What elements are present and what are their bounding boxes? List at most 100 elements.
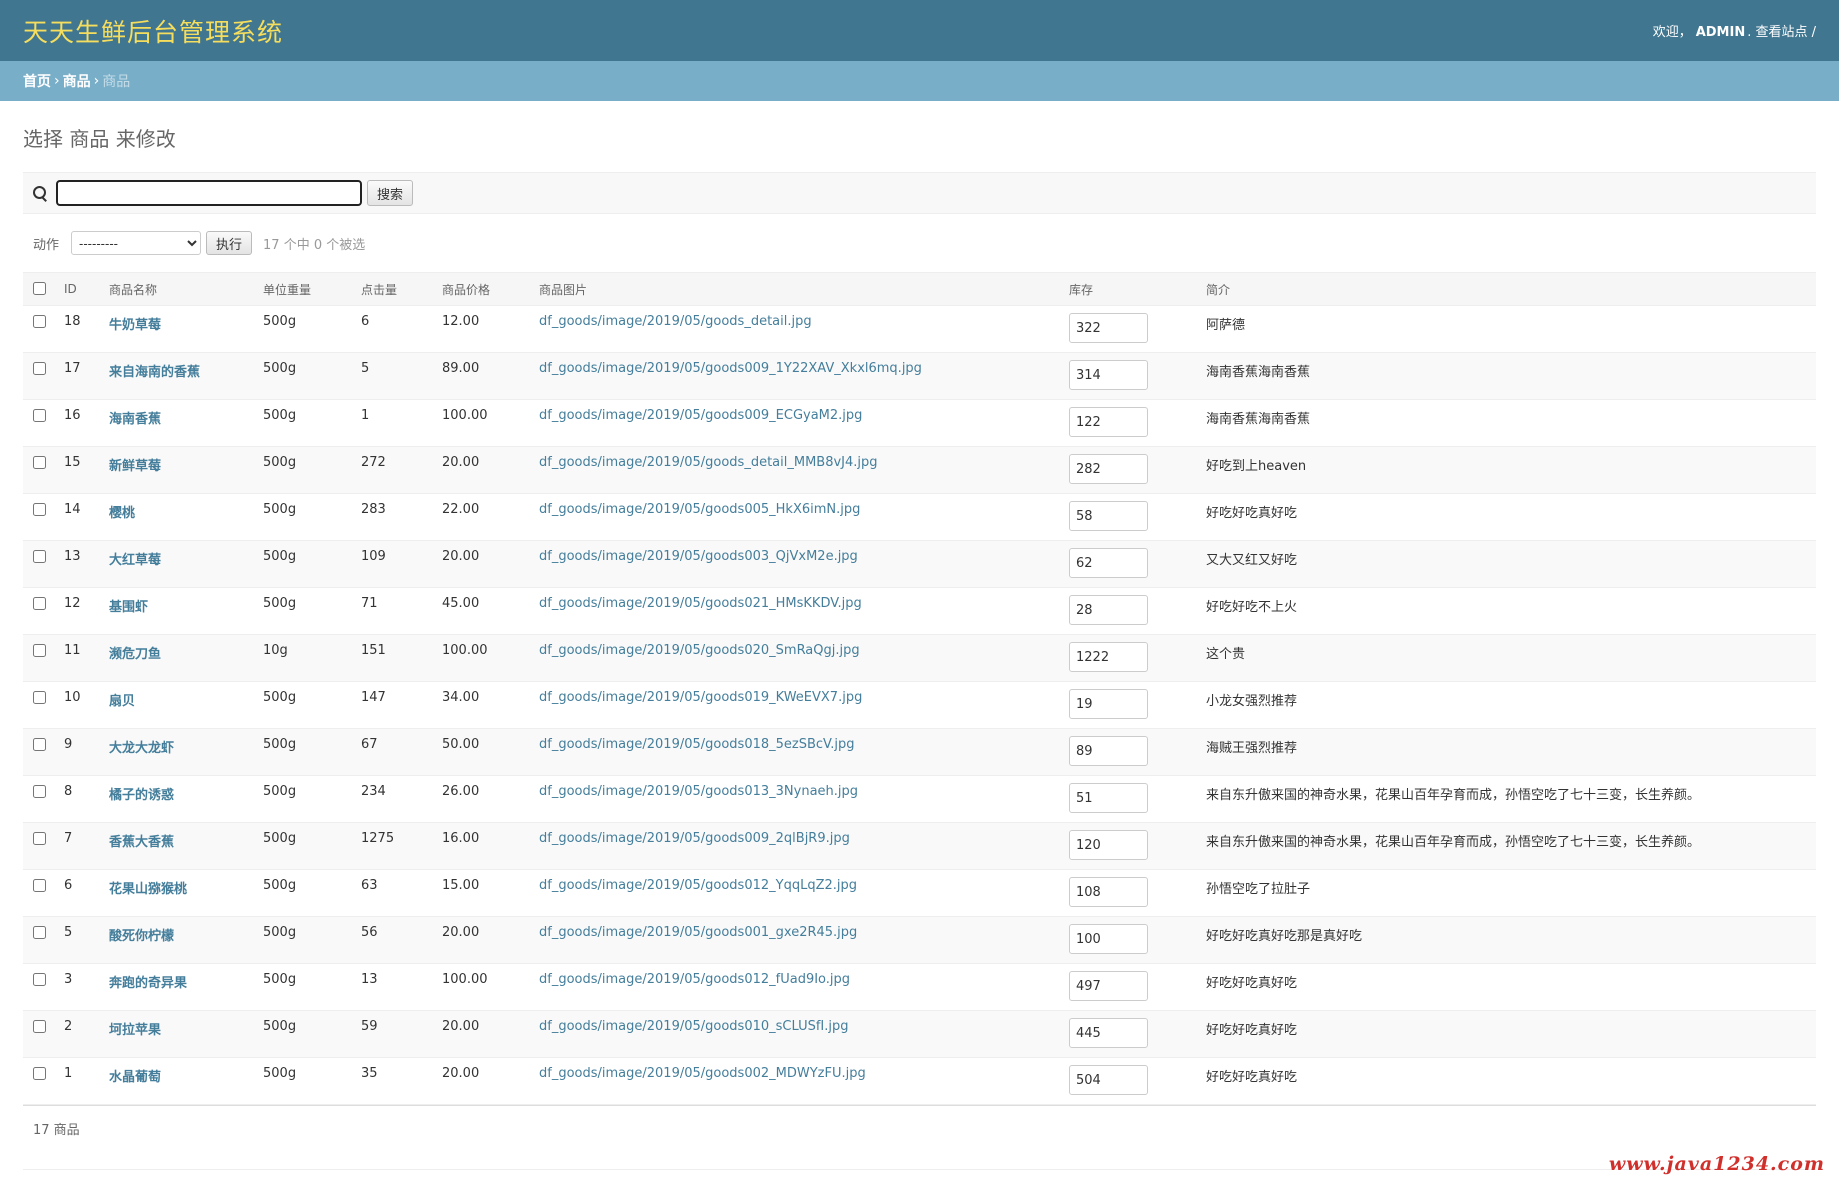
product-image-link[interactable]: df_goods/image/2019/05/goods005_HkX6imN.… xyxy=(539,502,860,517)
row-checkbox[interactable] xyxy=(33,926,46,939)
cell-desc: 来自东升傲来国的神奇水果，花果山百年孕育而成，孙悟空吃了七十三变，长生养颜。 xyxy=(1201,775,1816,823)
row-checkbox[interactable] xyxy=(33,691,46,704)
product-name-link[interactable]: 牛奶草莓 xyxy=(109,318,161,333)
stock-input[interactable] xyxy=(1069,454,1148,484)
product-image-link[interactable]: df_goods/image/2019/05/goods012_fUad9Io.… xyxy=(539,972,850,987)
product-image-link[interactable]: df_goods/image/2019/05/goods_detail_MMB8… xyxy=(539,455,878,470)
product-image-link[interactable]: df_goods/image/2019/05/goods018_5ezSBcV.… xyxy=(539,737,855,752)
product-name-link[interactable]: 香蕉大香蕉 xyxy=(109,835,174,850)
cell-name: 香蕉大香蕉 xyxy=(104,822,258,870)
product-name-link[interactable]: 酸死你柠檬 xyxy=(109,929,174,944)
stock-input[interactable] xyxy=(1069,407,1148,437)
column-header-desc[interactable]: 简介 xyxy=(1201,272,1816,306)
stock-input[interactable] xyxy=(1069,360,1148,390)
cell-image: df_goods/image/2019/05/goods009_1Y22XAV_… xyxy=(534,352,1064,400)
stock-input[interactable] xyxy=(1069,783,1148,813)
column-header-id[interactable]: ID xyxy=(59,272,104,306)
cell-name: 海南香蕉 xyxy=(104,399,258,447)
watermark: www.java1234.com xyxy=(1608,1153,1825,1175)
action-select[interactable]: --------- xyxy=(71,231,202,255)
breadcrumb: 首页 › 商品 › 商品 xyxy=(0,61,1839,101)
product-image-link[interactable]: df_goods/image/2019/05/goods_detail.jpg xyxy=(539,314,812,329)
product-name-link[interactable]: 奔跑的奇异果 xyxy=(109,976,187,991)
stock-input[interactable] xyxy=(1069,877,1148,907)
stock-input[interactable] xyxy=(1069,736,1148,766)
stock-input[interactable] xyxy=(1069,1018,1148,1048)
stock-input[interactable] xyxy=(1069,313,1148,343)
product-name-link[interactable]: 水晶葡萄 xyxy=(109,1070,161,1085)
row-checkbox[interactable] xyxy=(33,973,46,986)
column-header-name[interactable]: 商品名称 xyxy=(104,272,258,306)
column-header-clicks[interactable]: 点击量 xyxy=(356,272,437,306)
product-name-link[interactable]: 大红草莓 xyxy=(109,553,161,568)
stock-input[interactable] xyxy=(1069,595,1148,625)
cell-name: 樱桃 xyxy=(104,493,258,541)
product-image-link[interactable]: df_goods/image/2019/05/goods009_2qlBjR9.… xyxy=(539,831,850,846)
product-name-link[interactable]: 坷拉苹果 xyxy=(109,1023,161,1038)
product-image-link[interactable]: df_goods/image/2019/05/goods003_QjVxM2e.… xyxy=(539,549,858,564)
product-image-link[interactable]: df_goods/image/2019/05/goods001_gxe2R45.… xyxy=(539,925,857,940)
stock-input[interactable] xyxy=(1069,501,1148,531)
row-checkbox[interactable] xyxy=(33,832,46,845)
search-input[interactable] xyxy=(56,180,362,206)
row-checkbox[interactable] xyxy=(33,597,46,610)
product-name-link[interactable]: 大龙大龙虾 xyxy=(109,741,174,756)
product-image-link[interactable]: df_goods/image/2019/05/goods012_YqqLqZ2.… xyxy=(539,878,857,893)
row-checkbox[interactable] xyxy=(33,1067,46,1080)
cell-image: df_goods/image/2019/05/goods005_HkX6imN.… xyxy=(534,493,1064,541)
cell-desc: 这个贵 xyxy=(1201,634,1816,682)
search-button[interactable]: 搜索 xyxy=(367,180,414,206)
stock-input[interactable] xyxy=(1069,830,1148,860)
product-image-link[interactable]: df_goods/image/2019/05/goods009_ECGyaM2.… xyxy=(539,408,862,423)
stock-input[interactable] xyxy=(1069,548,1148,578)
product-image-link[interactable]: df_goods/image/2019/05/goods009_1Y22XAV_… xyxy=(539,361,922,376)
stock-input[interactable] xyxy=(1069,642,1148,672)
row-checkbox[interactable] xyxy=(33,550,46,563)
run-action-button[interactable]: 执行 xyxy=(206,231,253,255)
row-checkbox[interactable] xyxy=(33,409,46,422)
product-image-link[interactable]: df_goods/image/2019/05/goods013_3Nynaeh.… xyxy=(539,784,858,799)
row-checkbox[interactable] xyxy=(33,315,46,328)
header: 天天生鲜后台管理系统 欢迎， ADMIN. 查看站点 / xyxy=(0,0,1839,61)
product-name-link[interactable]: 海南香蕉 xyxy=(109,412,161,427)
cell-stock xyxy=(1064,728,1201,776)
product-name-link[interactable]: 橘子的诱惑 xyxy=(109,788,174,803)
stock-input[interactable] xyxy=(1069,971,1148,1001)
breadcrumb-home[interactable]: 首页 xyxy=(23,71,51,91)
product-image-link[interactable]: df_goods/image/2019/05/goods002_MDWYzFU.… xyxy=(539,1066,866,1081)
product-name-link[interactable]: 基围虾 xyxy=(109,600,148,615)
product-name-link[interactable]: 花果山猕猴桃 xyxy=(109,882,187,897)
page-title: 选择 商品 来修改 xyxy=(23,127,176,151)
row-checkbox[interactable] xyxy=(33,738,46,751)
table-row: 11 濒危刀鱼 10g 151 100.00 df_goods/image/2019/05… xyxy=(23,634,1816,682)
view-site-link[interactable]: . 查看站点 / xyxy=(1747,25,1816,40)
breadcrumb-app[interactable]: 商品 xyxy=(63,71,91,91)
product-name-link[interactable]: 濒危刀鱼 xyxy=(109,647,161,662)
cell-price: 45.00 xyxy=(437,587,534,635)
select-all-checkbox[interactable] xyxy=(33,281,46,295)
row-checkbox[interactable] xyxy=(33,503,46,516)
product-name-link[interactable]: 樱桃 xyxy=(109,506,135,521)
product-image-link[interactable]: df_goods/image/2019/05/goods019_KWeEVX7.… xyxy=(539,690,862,705)
product-image-link[interactable]: df_goods/image/2019/05/goods020_SmRaQgj.… xyxy=(539,643,860,658)
row-checkbox[interactable] xyxy=(33,644,46,657)
product-name-link[interactable]: 来自海南的香蕉 xyxy=(109,365,200,380)
product-image-link[interactable]: df_goods/image/2019/05/goods021_HMsKKDV.… xyxy=(539,596,862,611)
row-checkbox[interactable] xyxy=(33,456,46,469)
column-header-image[interactable]: 商品图片 xyxy=(534,272,1064,306)
stock-input[interactable] xyxy=(1069,924,1148,954)
product-name-link[interactable]: 新鲜草莓 xyxy=(109,459,161,474)
stock-input[interactable] xyxy=(1069,1065,1148,1095)
row-checkbox[interactable] xyxy=(33,362,46,375)
row-select-cell xyxy=(23,775,59,823)
column-header-stock[interactable]: 库存 xyxy=(1064,272,1201,306)
product-image-link[interactable]: df_goods/image/2019/05/goods010_sCLUSfI.… xyxy=(539,1019,849,1034)
row-checkbox[interactable] xyxy=(33,785,46,798)
product-name-link[interactable]: 扇贝 xyxy=(109,694,135,709)
stock-input[interactable] xyxy=(1069,689,1148,719)
column-header-price[interactable]: 商品价格 xyxy=(437,272,534,306)
column-header-unit[interactable]: 单位重量 xyxy=(258,272,356,306)
row-checkbox[interactable] xyxy=(33,879,46,892)
site-branding[interactable]: 天天生鲜后台管理系统 xyxy=(23,13,283,49)
row-checkbox[interactable] xyxy=(33,1020,46,1033)
